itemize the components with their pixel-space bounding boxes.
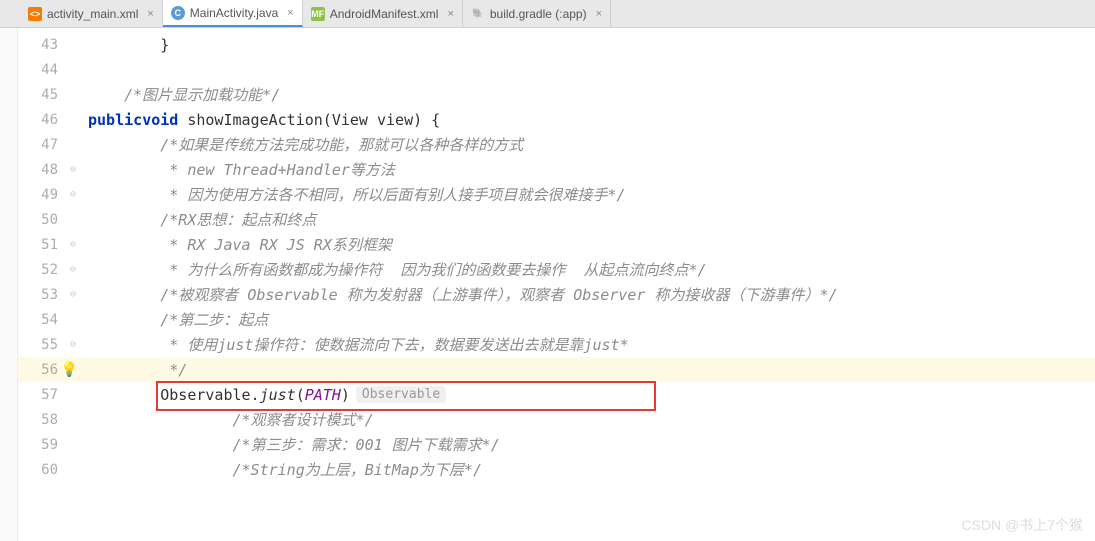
code-line[interactable]: /*String为上层，BitMap为下层*/ (80, 457, 1095, 482)
tab-label: AndroidManifest.xml (330, 7, 439, 21)
code-line[interactable]: * 为什么所有函数都成为操作符 因为我们的函数要去操作 从起点流向终点*/ (80, 257, 1095, 282)
code-line[interactable]: * 使用just操作符：使数据流向下去，数据要发送出去就是靠just* (80, 332, 1095, 357)
watermark: CSDN @书上7个猴 (961, 515, 1083, 535)
code-line[interactable]: Observable.just(PATH)Observable (80, 382, 1095, 407)
code-line[interactable]: /*图片显示加载功能*/ (80, 82, 1095, 107)
line-number[interactable]: 48⊖ (18, 157, 80, 182)
code-line[interactable]: } (80, 32, 1095, 57)
code-line[interactable]: /*RX思想：起点和终点 (80, 207, 1095, 232)
tab-label: build.gradle (:app) (490, 7, 587, 21)
code-line[interactable] (80, 57, 1095, 82)
fold-marker-icon[interactable]: ⊖ (70, 289, 76, 300)
tab-build-gradle[interactable]: 🐘 build.gradle (:app) × (463, 0, 611, 27)
gradle-icon: 🐘 (471, 7, 485, 21)
line-number[interactable]: 59 (18, 432, 80, 457)
line-number[interactable]: 44 (18, 57, 80, 82)
code-line[interactable]: * RX Java RX JS RX系列框架 (80, 232, 1095, 257)
line-number[interactable]: 47 (18, 132, 80, 157)
line-number[interactable]: 46 (18, 107, 80, 132)
code-line[interactable]: public void showImageAction(View view) { (80, 107, 1095, 132)
line-number[interactable]: 57 (18, 382, 80, 407)
fold-marker-icon[interactable]: ⊖ (70, 239, 76, 250)
fold-marker-icon[interactable]: ⊖ (70, 189, 76, 200)
close-icon[interactable]: × (147, 8, 153, 20)
fold-marker-icon[interactable]: ⊖ (70, 264, 76, 275)
tab-activity-main[interactable]: <> activity_main.xml × (20, 0, 163, 27)
tab-label: activity_main.xml (47, 7, 138, 21)
line-number[interactable]: 50 (18, 207, 80, 232)
line-number[interactable]: 58 (18, 407, 80, 432)
line-number[interactable]: 60 (18, 457, 80, 482)
editor-tabs: <> activity_main.xml × C MainActivity.ja… (0, 0, 1095, 28)
code-line[interactable]: /*如果是传统方法完成功能，那就可以各种各样的方式 (80, 132, 1095, 157)
intention-bulb-icon[interactable]: 💡 (61, 362, 78, 378)
code-line[interactable]: /*观察者设计模式*/ (80, 407, 1095, 432)
manifest-icon: MF (311, 7, 325, 21)
code-line[interactable]: * 因为使用方法各不相同，所以后面有别人接手项目就会很难接手*/ (80, 182, 1095, 207)
line-number[interactable]: 53⊖ (18, 282, 80, 307)
code-line[interactable]: /*第二步：起点 (80, 307, 1095, 332)
close-icon[interactable]: × (447, 8, 453, 20)
close-icon[interactable]: × (596, 8, 602, 20)
code-line[interactable]: /*被观察者 Observable 称为发射器（上游事件），观察者 Observ… (80, 282, 1095, 307)
line-number[interactable]: 49⊖ (18, 182, 80, 207)
gutter[interactable]: 434445464748⊖49⊖5051⊖52⊖53⊖5455⊖56💡57585… (18, 28, 80, 541)
fold-marker-icon[interactable]: ⊖ (70, 339, 76, 350)
code-area[interactable]: } /*图片显示加载功能*/ public void showImageActi… (80, 28, 1095, 541)
tab-label: MainActivity.java (190, 6, 278, 20)
code-line[interactable]: * new Thread+Handler等方法 (80, 157, 1095, 182)
java-icon: C (171, 6, 185, 20)
line-number[interactable]: 55⊖ (18, 332, 80, 357)
line-number[interactable]: 51⊖ (18, 232, 80, 257)
left-edge (0, 28, 18, 541)
line-number[interactable]: 54 (18, 307, 80, 332)
close-icon[interactable]: × (287, 7, 293, 19)
code-line[interactable]: /*第三步：需求：001 图片下载需求*/ (80, 432, 1095, 457)
type-hint: Observable (356, 386, 446, 403)
line-number[interactable]: 52⊖ (18, 257, 80, 282)
code-line[interactable]: */ (80, 357, 1095, 382)
xml-icon: <> (28, 7, 42, 21)
fold-marker-icon[interactable]: ⊖ (70, 164, 76, 175)
line-number[interactable]: 56💡 (18, 357, 80, 382)
editor-area: 434445464748⊖49⊖5051⊖52⊖53⊖5455⊖56💡57585… (0, 28, 1095, 541)
line-number[interactable]: 45 (18, 82, 80, 107)
tab-manifest[interactable]: MF AndroidManifest.xml × (303, 0, 463, 27)
tab-main-activity[interactable]: C MainActivity.java × (163, 0, 303, 27)
line-number[interactable]: 43 (18, 32, 80, 57)
